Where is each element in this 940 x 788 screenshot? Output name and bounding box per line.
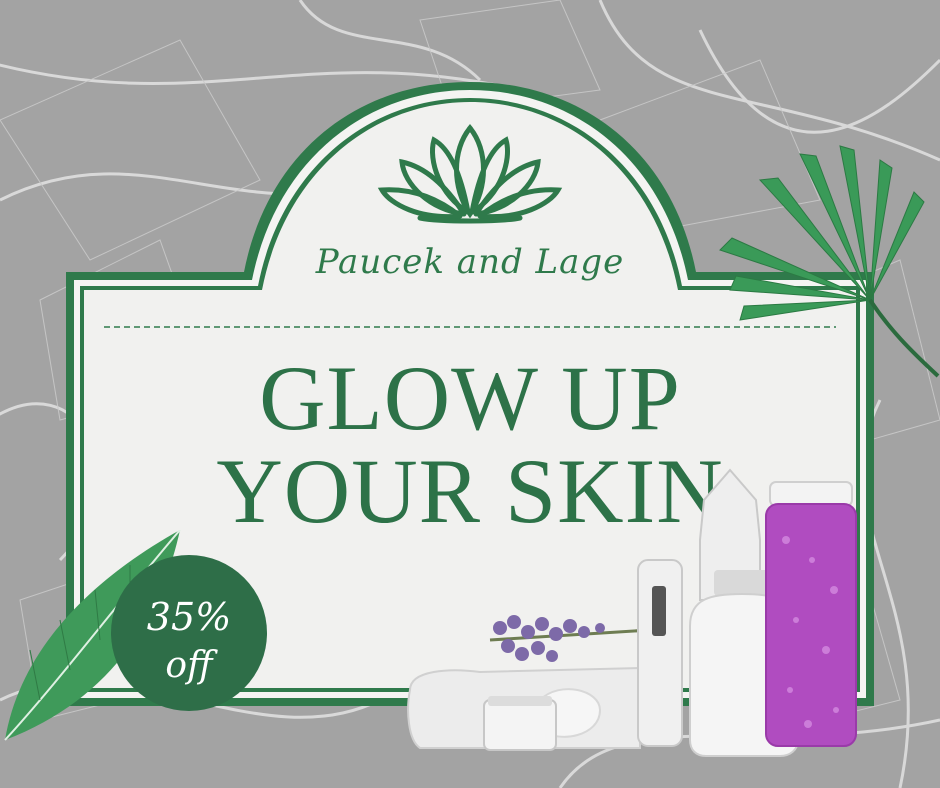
lavender-sprig [489, 615, 651, 662]
skincare-products-illustration [407, 468, 857, 757]
